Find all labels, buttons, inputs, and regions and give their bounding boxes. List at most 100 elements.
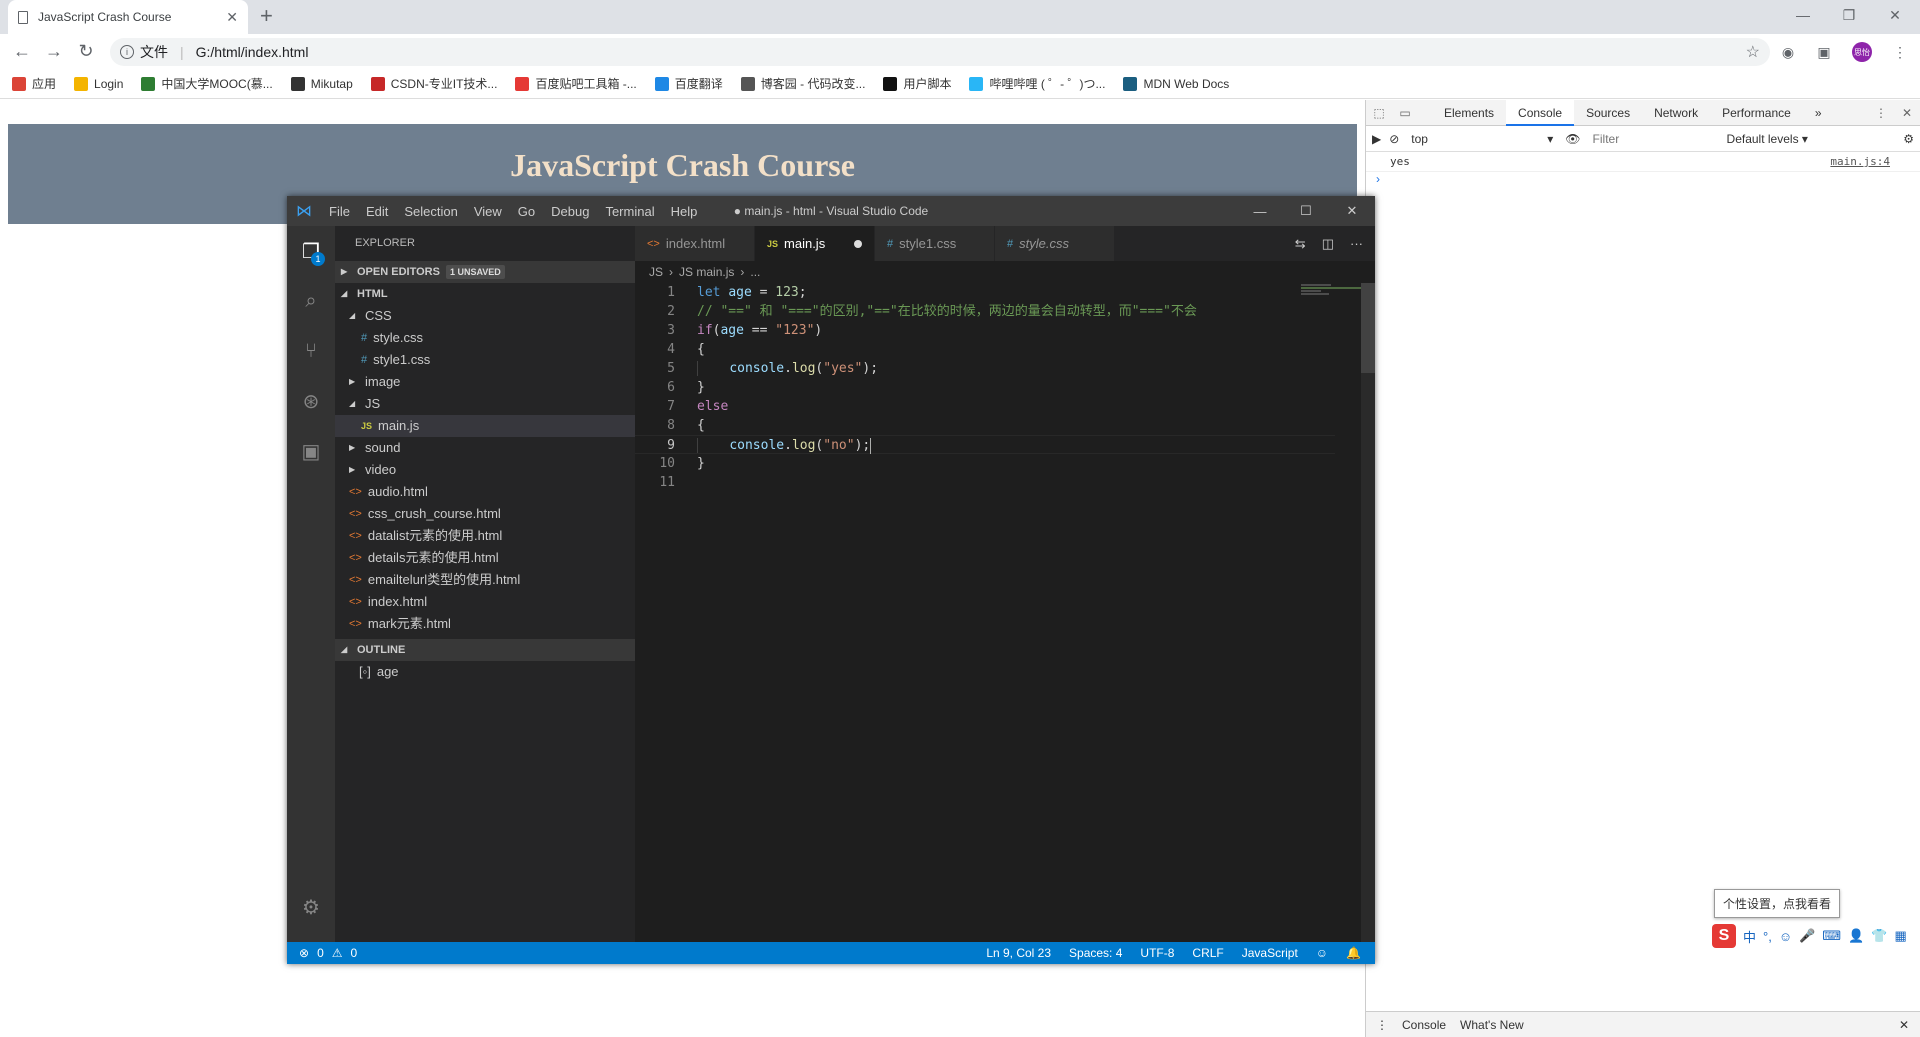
feedback-smiley-icon[interactable]: ☺	[1316, 946, 1328, 960]
unsaved-dot-icon[interactable]	[854, 239, 862, 248]
outline-section[interactable]: ◢ OUTLINE	[335, 639, 635, 661]
more-tabs-icon[interactable]: »	[1803, 100, 1834, 126]
breadcrumb-item[interactable]: ...	[750, 261, 760, 283]
devtools-tab-elements[interactable]: Elements	[1432, 100, 1506, 126]
close-drawer-icon[interactable]: ✕	[1899, 1018, 1909, 1032]
file-item[interactable]: # style1.css	[335, 349, 635, 371]
info-icon[interactable]: i	[120, 45, 134, 59]
menu-item-go[interactable]: Go	[510, 204, 543, 219]
ime-toolbar-item[interactable]: ☺	[1779, 929, 1792, 944]
menu-item-selection[interactable]: Selection	[396, 204, 465, 219]
bookmark-item[interactable]: 应用	[12, 75, 56, 92]
file-item[interactable]: <> audio.html	[335, 481, 635, 503]
menu-item-edit[interactable]: Edit	[358, 204, 396, 219]
menu-item-terminal[interactable]: Terminal	[597, 204, 662, 219]
address-bar[interactable]: i 文件 | G:/html/index.html ☆	[110, 38, 1770, 66]
bookmark-item[interactable]: 百度翻译	[654, 75, 723, 92]
editor-tab-style-css[interactable]: # style.css	[995, 226, 1115, 261]
settings-gear-icon[interactable]: ⚙	[287, 882, 335, 932]
workspace-root-section[interactable]: ◢ HTML	[335, 283, 635, 305]
extensions-icon[interactable]: ▣	[287, 426, 335, 476]
bookmark-item[interactable]: CSDN-专业IT技术...	[370, 75, 497, 92]
file-encoding[interactable]: UTF-8	[1140, 946, 1174, 960]
bookmark-item[interactable]: Login	[74, 76, 123, 91]
ime-tooltip[interactable]: 个性设置，点我看看	[1714, 889, 1841, 918]
ime-toolbar-item[interactable]: ▦	[1894, 928, 1906, 944]
indentation-setting[interactable]: Spaces: 4	[1069, 946, 1122, 960]
forward-arrow-icon[interactable]: →	[38, 41, 70, 62]
folder-item[interactable]: ▶ image	[335, 371, 635, 393]
bookmark-item[interactable]: 博客园 - 代码改变...	[740, 75, 865, 92]
explorer-files-icon[interactable]: ❐ 1	[287, 226, 335, 276]
ime-toolbar-item[interactable]: °,	[1763, 929, 1772, 944]
folder-item[interactable]: ◢ JS	[335, 393, 635, 415]
minimap[interactable]	[1301, 283, 1361, 303]
drawer-tab[interactable]: Console	[1402, 1018, 1446, 1032]
breadcrumb-item[interactable]: JS main.js	[679, 261, 734, 283]
devtools-menu-icon[interactable]: ⋮	[1868, 100, 1894, 126]
editor-scrollbar[interactable]	[1361, 283, 1375, 942]
bookmark-item[interactable]: 中国大学MOOC(慕...	[141, 75, 273, 92]
console-settings-gear-icon[interactable]: ⚙	[1903, 132, 1914, 146]
vscode-close-button[interactable]: ✕	[1329, 196, 1375, 226]
menu-item-debug[interactable]: Debug	[543, 204, 597, 219]
ime-toolbar-item[interactable]: 中	[1743, 927, 1756, 946]
console-filter-input[interactable]	[1588, 129, 1719, 148]
menu-item-help[interactable]: Help	[663, 204, 706, 219]
bookmark-item[interactable]: 用户脚本	[883, 75, 951, 92]
browser-tab[interactable]: JavaScript Crash Course ✕	[8, 0, 248, 34]
devtools-tab-performance[interactable]: Performance	[1710, 100, 1803, 126]
close-tab-icon[interactable]: ✕	[226, 9, 238, 26]
folder-item[interactable]: ▶ video	[335, 459, 635, 481]
open-changes-icon[interactable]: ⇆	[1295, 236, 1306, 252]
editor-tab-style1-css[interactable]: # style1.css	[875, 226, 995, 261]
code-editor[interactable]: 1 let age = 123; 2 // "==" 和 "==="的区别,"=="在…	[635, 283, 1335, 492]
vscode-minimize-button[interactable]: —	[1237, 196, 1283, 226]
source-control-icon[interactable]: ⑂	[287, 326, 335, 376]
file-item[interactable]: <> mark元素.html	[335, 613, 635, 635]
error-count[interactable]: 0	[317, 946, 324, 960]
console-source-link[interactable]: main.js:4	[1830, 155, 1890, 168]
drawer-tab[interactable]: What's New	[1460, 1018, 1524, 1032]
log-levels-dropdown[interactable]: Default levels ▾	[1727, 132, 1808, 146]
clear-console-icon[interactable]: ⊘	[1389, 132, 1399, 146]
reload-icon[interactable]: ↻	[70, 41, 102, 62]
ime-toolbar-item[interactable]: 👕	[1871, 928, 1887, 944]
scrollbar-thumb[interactable]	[1361, 283, 1375, 373]
editor-tab-main-js[interactable]: JS main.js	[755, 226, 875, 261]
devtools-tab-network[interactable]: Network	[1642, 100, 1710, 126]
language-mode[interactable]: JavaScript	[1242, 946, 1298, 960]
debug-icon[interactable]: ⊛	[287, 376, 335, 426]
context-selector[interactable]: top ▾	[1407, 132, 1557, 146]
extension-icon[interactable]: ◉	[1780, 44, 1796, 60]
avatar[interactable]: 思怡	[1852, 42, 1872, 62]
errors-icon[interactable]: ⊗	[299, 946, 309, 960]
sidebar-toggle-icon[interactable]: ▶	[1372, 132, 1381, 146]
new-tab-button[interactable]: +	[260, 4, 273, 28]
close-window-button[interactable]: ✕	[1872, 0, 1918, 30]
folder-item[interactable]: ◢ CSS	[335, 305, 635, 327]
bookmark-item[interactable]: Mikutap	[290, 76, 353, 91]
close-devtools-icon[interactable]: ✕	[1894, 100, 1920, 126]
file-item[interactable]: <> css_crush_course.html	[335, 503, 635, 525]
menu-item-file[interactable]: File	[321, 204, 358, 219]
minimize-window-button[interactable]: —	[1780, 0, 1826, 30]
bookmark-item[interactable]: 哔哩哔哩 ( ゜- ゜)つ...	[969, 75, 1105, 92]
bookmark-item[interactable]: 百度贴吧工具箱 -...	[515, 75, 637, 92]
outline-item[interactable]: [◦] age	[335, 661, 635, 683]
devtools-tab-console[interactable]: Console	[1506, 99, 1575, 126]
line-ending[interactable]: CRLF	[1192, 946, 1223, 960]
editor-tab-index-html[interactable]: <> index.html	[635, 226, 755, 261]
incognito-extension-icon[interactable]: ▣	[1816, 44, 1832, 60]
more-actions-icon[interactable]: ···	[1350, 236, 1363, 252]
vscode-maximize-button[interactable]: ☐	[1283, 196, 1329, 226]
drawer-menu-icon[interactable]: ⋮	[1376, 1018, 1388, 1032]
menu-kebab-icon[interactable]: ⋮	[1892, 44, 1908, 60]
device-toolbar-icon[interactable]: ▭	[1392, 100, 1418, 126]
cursor-position[interactable]: Ln 9, Col 23	[986, 946, 1051, 960]
ime-logo-icon[interactable]: S	[1712, 924, 1736, 948]
file-item[interactable]: <> details元素的使用.html	[335, 547, 635, 569]
notifications-bell-icon[interactable]: 🔔	[1346, 946, 1361, 960]
eye-icon[interactable]: 👁	[1565, 132, 1580, 146]
breadcrumb-item[interactable]: JS	[649, 261, 663, 283]
